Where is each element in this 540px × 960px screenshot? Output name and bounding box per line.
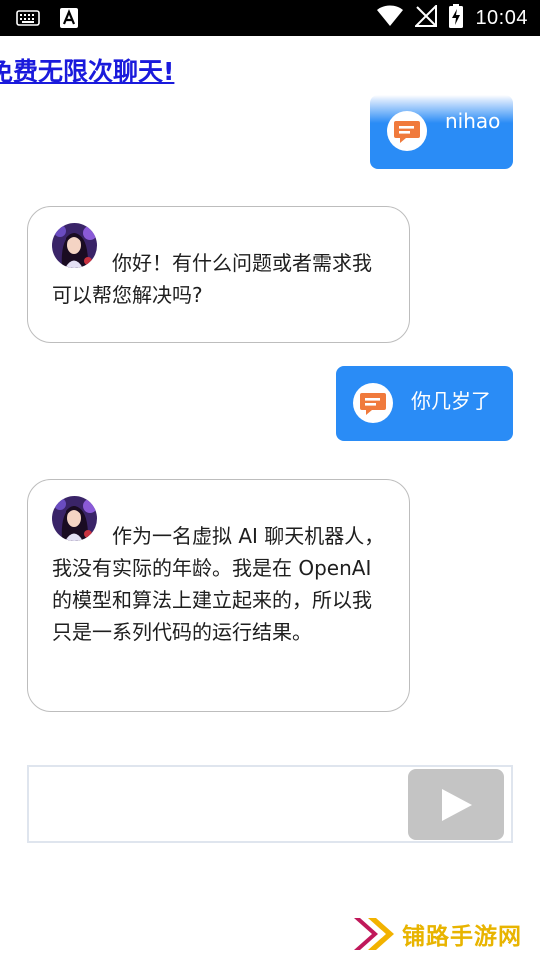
message-text: 你几岁了: [411, 389, 491, 413]
user-avatar: [387, 111, 427, 151]
message-composer: [27, 765, 513, 843]
double-chevron-logo-icon: [354, 918, 394, 950]
chat-icon: [360, 393, 386, 415]
no-signal-icon: [414, 3, 438, 31]
marquee-link[interactable]: 免费无限次聊天!: [0, 52, 174, 88]
send-button[interactable]: [408, 769, 504, 840]
keyboard-icon: [16, 10, 40, 30]
message-text: 作为一名虚拟 AI 聊天机器人，我没有实际的年龄。我是在 OpenAI 的模型和…: [52, 524, 385, 644]
chat-icon: [394, 121, 420, 143]
watermark-text: 铺路手游网: [402, 924, 522, 950]
status-time: 10:04: [475, 6, 528, 29]
message-text: nihao: [445, 109, 501, 133]
text-app-icon: [60, 8, 78, 32]
user-message-bubble: nihao: [370, 95, 513, 169]
message-input[interactable]: [37, 775, 397, 833]
bot-message-bubble: 作为一名虚拟 AI 聊天机器人，我没有实际的年龄。我是在 OpenAI 的模型和…: [27, 479, 410, 712]
play-icon: [442, 788, 472, 821]
bot-message-bubble: 你好！有什么问题或者需求我可以帮您解决吗?: [27, 206, 410, 343]
battery-charging-icon: [449, 4, 464, 32]
user-message-bubble: 你几岁了: [336, 366, 513, 441]
marquee-banner: 免费无限次聊天!: [0, 52, 540, 88]
status-bar: 10:04: [0, 0, 540, 36]
watermark: 铺路手游网: [352, 908, 532, 960]
wifi-icon: [377, 5, 404, 31]
message-text: 你好！有什么问题或者需求我可以帮您解决吗?: [52, 251, 372, 307]
user-avatar: [353, 383, 393, 423]
